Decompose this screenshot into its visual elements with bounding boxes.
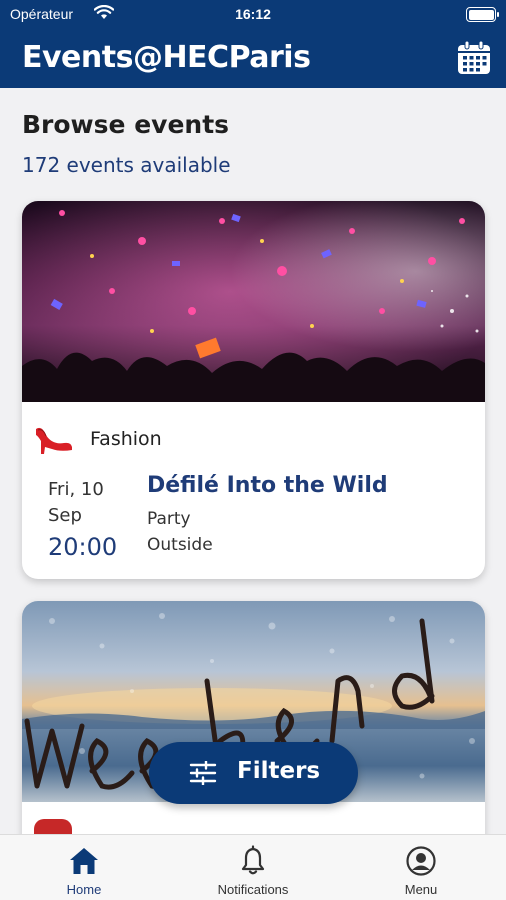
app-header: Events@HECParis — [0, 30, 506, 88]
event-date: Fri, 10 Sep 20:00 — [48, 477, 138, 561]
filters-label: Filters — [237, 758, 321, 784]
event-place: Outside — [147, 535, 213, 555]
event-title[interactable]: Défilé Into the Wild — [147, 473, 467, 498]
event-count: 172 events available — [22, 153, 231, 177]
tab-notifications[interactable]: Notifications — [196, 835, 310, 900]
events-list-screen[interactable]: Browse events 172 events available Fashi… — [0, 88, 506, 834]
event-info: Défilé Into the Wild Party Outside — [147, 473, 467, 558]
tab-label: Home — [66, 882, 102, 897]
tab-menu[interactable]: Menu — [365, 835, 477, 900]
event-image-concert — [22, 201, 485, 402]
calendar-button[interactable] — [454, 38, 494, 78]
event-month: Sep — [48, 505, 82, 526]
tab-label: Notifications — [217, 882, 289, 897]
tab-home[interactable]: Home — [28, 835, 140, 900]
sliders-icon — [189, 760, 217, 786]
battery-icon — [466, 7, 499, 22]
user-circle-icon — [405, 845, 437, 877]
filters-button[interactable]: Filters — [149, 742, 358, 804]
high-heel-shoe-icon — [34, 419, 74, 455]
app-title: Events@HECParis — [22, 40, 311, 75]
status-clock: 16:12 — [235, 6, 271, 22]
home-icon — [68, 845, 100, 877]
event-day: Fri, 10 — [48, 479, 104, 500]
category-icon — [34, 819, 72, 834]
status-bar: Opérateur 16:12 — [0, 0, 506, 30]
event-time: 20:00 — [48, 533, 118, 561]
tab-label: Menu — [404, 882, 438, 897]
tab-bar: Home Notifications Menu — [0, 834, 506, 900]
page-title: Browse events — [22, 110, 230, 139]
calendar-icon — [458, 40, 490, 74]
event-card[interactable]: Fashion Fri, 10 Sep 20:00 Défilé Into th… — [22, 201, 485, 579]
event-type: Party — [147, 509, 191, 529]
category-label: Fashion — [90, 428, 162, 450]
bell-icon — [237, 845, 269, 877]
